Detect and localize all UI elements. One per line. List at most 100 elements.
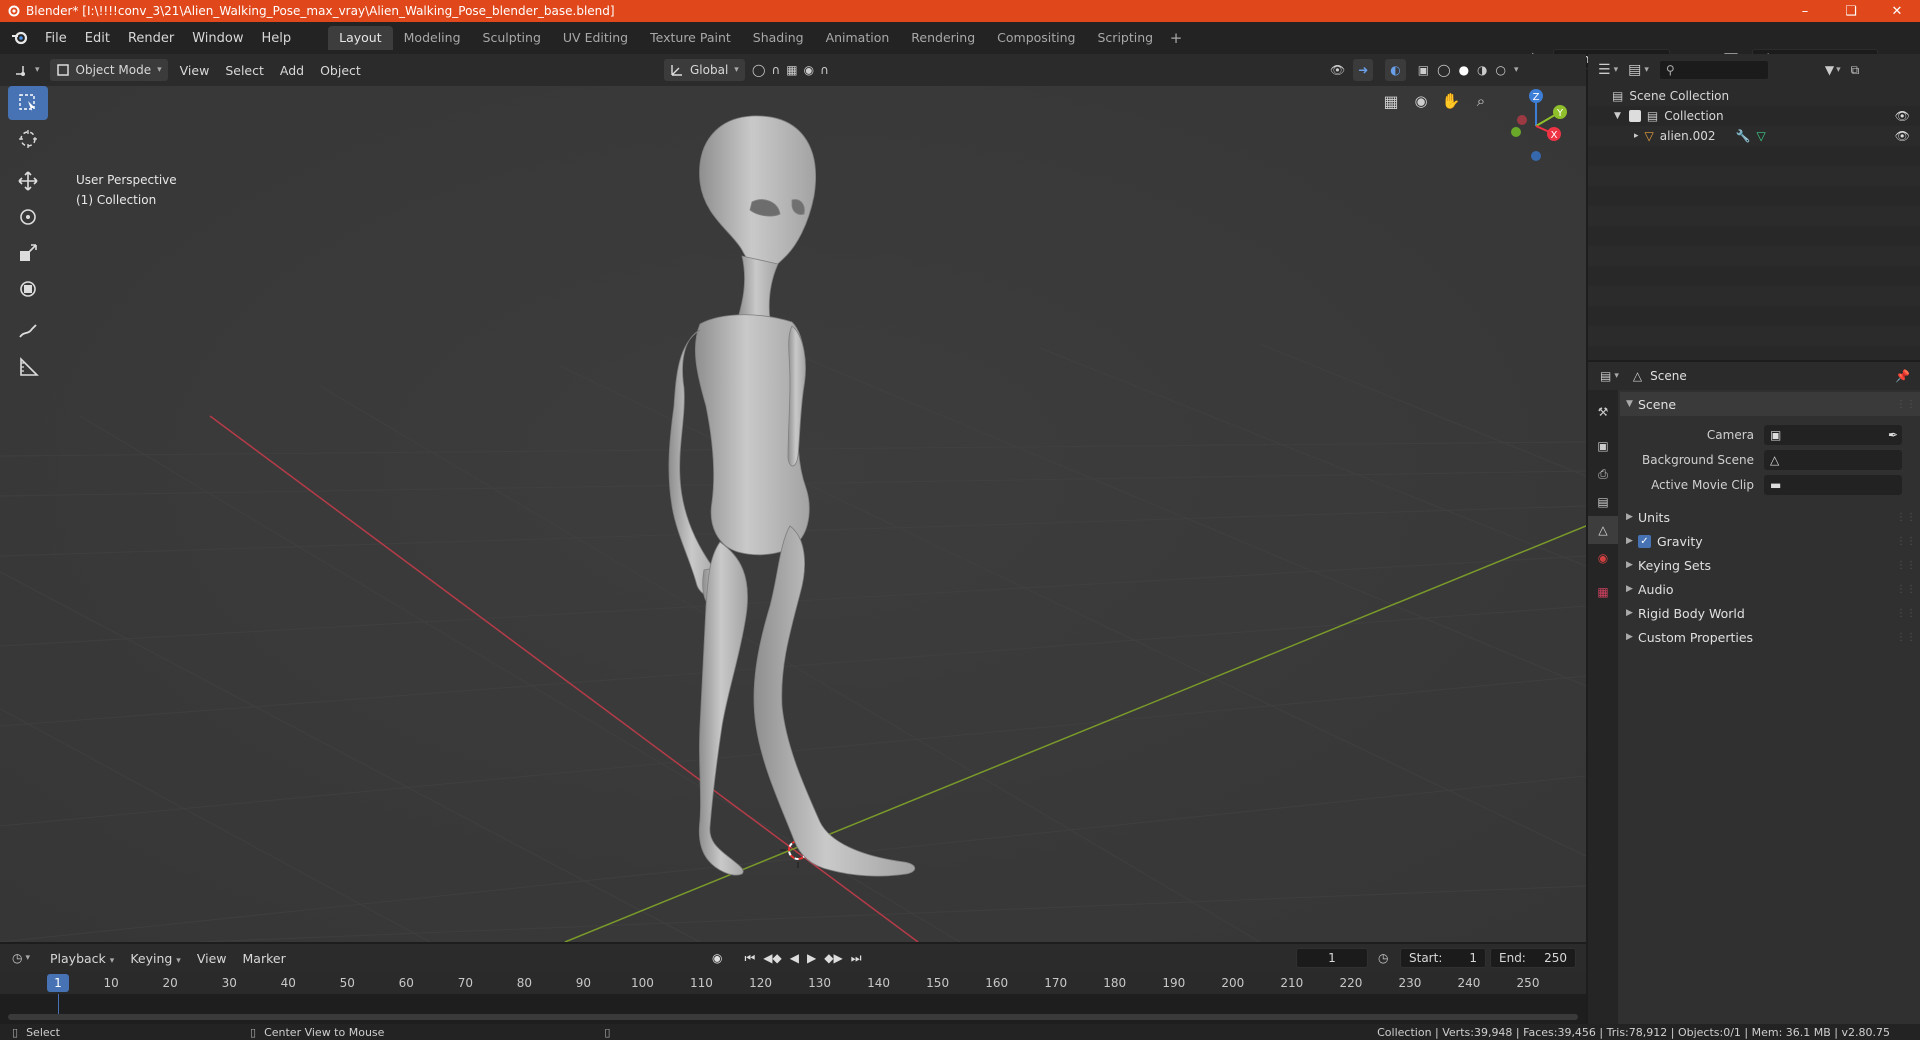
view-layer-tab[interactable]: ▤ xyxy=(1588,488,1618,516)
display-mode-icon[interactable]: ▤ xyxy=(1628,62,1641,78)
active-movie-clip-field[interactable]: ▬ xyxy=(1764,474,1902,495)
output-tab[interactable]: ⎙ xyxy=(1588,460,1618,488)
modifier-wrench-icon[interactable]: 🔧 xyxy=(1736,129,1751,143)
visibility-filter-icon[interactable]: 👁 xyxy=(1330,63,1345,77)
rotate-tool[interactable] xyxy=(8,200,48,234)
drag-handle-icon[interactable]: ⋮⋮ xyxy=(1896,632,1916,643)
tab-modeling[interactable]: Modeling xyxy=(393,26,472,50)
menu-render[interactable]: Render xyxy=(119,31,183,46)
tab-sculpting[interactable]: Sculpting xyxy=(472,26,552,50)
wireframe-shading-icon[interactable]: ◯ xyxy=(1437,63,1450,77)
rendered-shading-icon[interactable]: ○ xyxy=(1496,63,1506,77)
outliner-row-alien[interactable]: ▸ ▽ alien.002 🔧 ▽ 👁 xyxy=(1588,126,1920,146)
add-workspace-icon[interactable]: + xyxy=(1164,29,1188,47)
jump-start-icon[interactable]: ⏮ xyxy=(744,951,755,966)
camera-view-button[interactable]: ◉ xyxy=(1406,86,1436,116)
jump-end-icon[interactable]: ⏭ xyxy=(851,951,862,966)
gravity-panel-header[interactable]: ▶ ✓ Gravity ⋮⋮ xyxy=(1620,529,1920,553)
solid-shading-icon[interactable]: ● xyxy=(1459,63,1469,77)
next-keyframe-icon[interactable]: ◆▶ xyxy=(824,951,842,965)
xray-icon[interactable]: ▣ xyxy=(1418,63,1429,77)
visibility-eye-icon[interactable]: 👁 xyxy=(1895,129,1910,143)
eyedropper-icon[interactable]: ✒ xyxy=(1888,428,1898,442)
timeline-menu-playback[interactable]: Playback ▾ xyxy=(42,951,122,966)
custom-properties-panel-header[interactable]: ▶ Custom Properties ⋮⋮ xyxy=(1620,625,1920,649)
transform-tool[interactable] xyxy=(8,272,48,306)
shading-options-icon[interactable]: ▾ xyxy=(1514,65,1519,75)
prev-keyframe-icon[interactable]: ◀◆ xyxy=(763,951,781,965)
viewport-menu-object[interactable]: Object xyxy=(312,63,369,78)
timeline-ruler[interactable]: 1 10 20 30 40 50 60 70 80 90 100 110 120 130 140 150 16… xyxy=(0,972,1586,994)
snap-target-icon[interactable]: ▦ xyxy=(786,63,797,77)
tab-animation[interactable]: Animation xyxy=(815,26,901,50)
new-collection-icon[interactable]: ⧉ xyxy=(1851,63,1860,78)
rigid-body-world-panel-header[interactable]: ▶ Rigid Body World ⋮⋮ xyxy=(1620,601,1920,625)
tab-scripting[interactable]: Scripting xyxy=(1087,26,1165,50)
toggle-ortho-button[interactable]: ▦ xyxy=(1376,86,1406,116)
proportional-edit-icon[interactable]: ◉ xyxy=(804,63,814,77)
tool-tab[interactable]: ⚒ xyxy=(1588,398,1618,426)
visibility-eye-icon[interactable]: 👁 xyxy=(1895,109,1910,123)
tab-compositing[interactable]: Compositing xyxy=(986,26,1086,50)
background-scene-field[interactable]: △ xyxy=(1764,449,1902,470)
restore-icon[interactable]: ❑ xyxy=(1828,0,1874,22)
expand-arrow-icon[interactable]: ▸ xyxy=(1634,131,1639,141)
camera-field[interactable]: ▣ ✒ xyxy=(1764,424,1902,445)
minimize-icon[interactable]: – xyxy=(1782,0,1828,22)
menu-window[interactable]: Window xyxy=(183,31,252,46)
timeline-editor-icon[interactable]: ◷ xyxy=(12,951,22,965)
outliner-editor-icon[interactable]: ☰ xyxy=(1598,62,1611,78)
tab-shading[interactable]: Shading xyxy=(742,26,815,50)
pivot-point-icon[interactable]: ◯ xyxy=(752,63,765,77)
timeline-track-area[interactable] xyxy=(0,994,1586,1024)
tab-rendering[interactable]: Rendering xyxy=(900,26,986,50)
render-tab[interactable]: ▣ xyxy=(1588,432,1618,460)
timeline-menu-view[interactable]: View xyxy=(189,951,235,966)
tab-uv-editing[interactable]: UV Editing xyxy=(552,26,639,50)
menu-file[interactable]: File xyxy=(36,31,76,46)
close-icon[interactable]: ✕ xyxy=(1874,0,1920,22)
tab-texture-paint[interactable]: Texture Paint xyxy=(639,26,742,50)
drag-handle-icon[interactable]: ⋮⋮ xyxy=(1896,399,1916,410)
current-frame-field[interactable]: 1 xyxy=(1296,948,1368,968)
3d-viewport[interactable]: User Perspective (1) Collection ▦ ◉ ✋ ⌕ … xyxy=(0,86,1586,942)
scene-tab[interactable]: △ xyxy=(1588,516,1618,544)
transform-orientation-dropdown[interactable]: Global ▾ xyxy=(664,59,745,81)
play-reverse-icon[interactable]: ◀ xyxy=(790,951,799,965)
drag-handle-icon[interactable]: ⋮⋮ xyxy=(1896,536,1916,547)
blender-menu-icon[interactable] xyxy=(10,28,30,48)
measure-tool[interactable] xyxy=(8,350,48,384)
world-tab[interactable]: ◉ xyxy=(1588,544,1618,572)
end-frame-field[interactable]: End: 250 xyxy=(1490,948,1576,968)
record-icon[interactable]: ◉ xyxy=(712,951,722,965)
outliner-row-scene-collection[interactable]: ▤ Scene Collection xyxy=(1588,86,1920,106)
gravity-checkbox[interactable]: ✓ xyxy=(1638,534,1651,548)
texture-tab[interactable]: ▦ xyxy=(1588,578,1618,606)
pan-view-button[interactable]: ✋ xyxy=(1436,86,1466,116)
play-icon[interactable]: ▶ xyxy=(807,951,816,965)
mesh-data-icon[interactable]: ▽ xyxy=(1756,129,1765,143)
select-box-tool[interactable] xyxy=(8,86,48,120)
drag-handle-icon[interactable]: ⋮⋮ xyxy=(1896,584,1916,595)
keying-sets-panel-header[interactable]: ▶ Keying Sets ⋮⋮ xyxy=(1620,553,1920,577)
scene-panel-header[interactable]: ▼ Scene ⋮⋮ xyxy=(1620,392,1920,416)
pin-icon[interactable]: 📌 xyxy=(1895,369,1910,383)
mode-dropdown[interactable]: Object Mode ▾ xyxy=(49,59,168,81)
editor-type-button[interactable]: ▾ xyxy=(8,59,46,81)
gizmo-toggle[interactable]: ➜ xyxy=(1353,59,1374,81)
audio-panel-header[interactable]: ▶ Audio ⋮⋮ xyxy=(1620,577,1920,601)
timeline-scrollbar[interactable] xyxy=(8,1014,1578,1020)
zoom-view-button[interactable]: ⌕ xyxy=(1466,86,1496,116)
playhead[interactable]: 1 xyxy=(47,974,69,992)
outliner-row-collection[interactable]: ▼ ▤ Collection 👁 xyxy=(1588,106,1920,126)
orientation-gizmo[interactable]: Z Y X xyxy=(1496,86,1576,166)
start-frame-field[interactable]: Start: 1 xyxy=(1400,948,1486,968)
timeline-menu-keying[interactable]: Keying ▾ xyxy=(122,951,189,966)
viewport-menu-select[interactable]: Select xyxy=(217,63,272,78)
expand-arrow-icon[interactable]: ▼ xyxy=(1614,111,1621,121)
move-tool[interactable] xyxy=(8,164,48,198)
outliner-search-input[interactable]: ⚲ xyxy=(1658,60,1769,80)
viewport-menu-add[interactable]: Add xyxy=(272,63,312,78)
annotate-tool[interactable] xyxy=(8,314,48,348)
scale-tool[interactable] xyxy=(8,236,48,270)
